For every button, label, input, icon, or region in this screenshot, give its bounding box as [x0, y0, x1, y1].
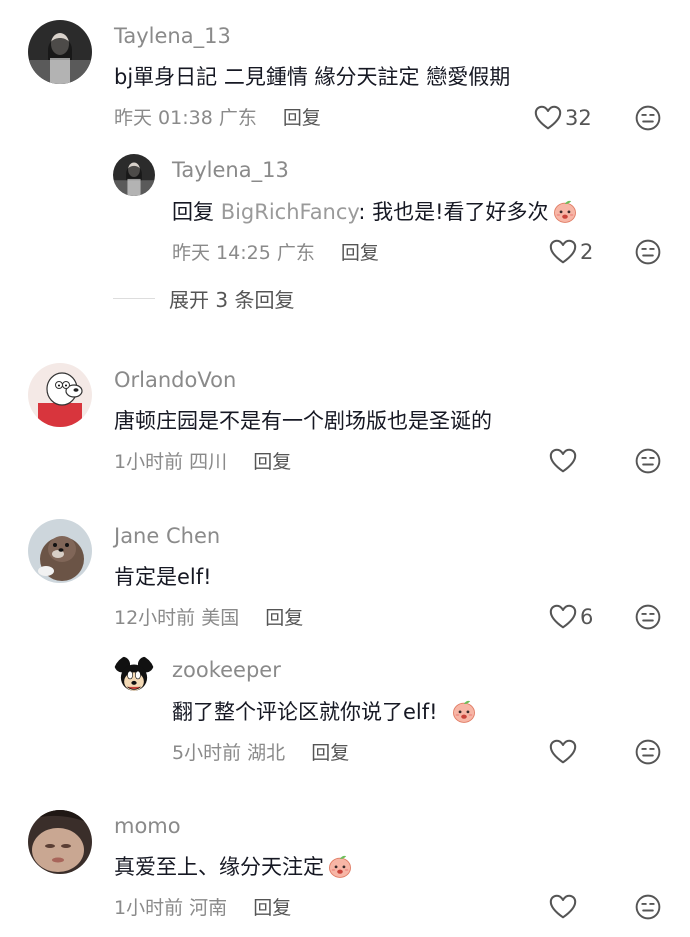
like-button[interactable] — [548, 892, 580, 922]
like-count: 32 — [565, 106, 592, 130]
comment-location: 美国 — [201, 607, 240, 629]
avatar[interactable] — [28, 810, 92, 874]
heart-outline-icon — [533, 103, 563, 133]
reply-avatar[interactable] — [113, 154, 155, 196]
comment-time: 1小时前 — [114, 451, 184, 473]
avatar[interactable] — [28, 20, 92, 84]
reply-location: 广东 — [276, 242, 315, 264]
like-button[interactable]: 32 — [533, 103, 592, 133]
reply-button[interactable]: 回复 — [253, 451, 291, 473]
username[interactable]: Taylena_13 — [114, 24, 231, 48]
reply-body: 翻了整个评论区就你说了elf! — [172, 700, 438, 724]
comment-text: 唐顿庄园是不是有一个剧场版也是圣诞的 — [114, 409, 492, 433]
reply-time: 昨天 14:25 — [172, 242, 271, 264]
peach-emoji-icon — [326, 852, 354, 880]
frown-face-icon[interactable] — [634, 447, 662, 475]
like-button[interactable]: 2 — [548, 237, 593, 267]
reply-meta: 5小时前 湖北 回复 — [172, 738, 349, 765]
comment-time: 昨天 01:38 — [114, 107, 213, 129]
peach-emoji-icon — [450, 697, 478, 725]
reply-button[interactable]: 回复 — [265, 607, 303, 629]
divider — [113, 298, 155, 299]
heart-outline-icon — [548, 892, 578, 922]
avatar[interactable] — [28, 519, 92, 583]
reply-button[interactable]: 回复 — [253, 897, 291, 919]
frown-face-icon[interactable] — [634, 893, 662, 921]
like-button[interactable] — [548, 737, 580, 767]
reply-body: : 我也是!看了好多次 — [358, 200, 549, 224]
reply-button[interactable]: 回复 — [341, 242, 379, 264]
reply-avatar[interactable] — [113, 654, 155, 696]
comment-location: 四川 — [189, 451, 228, 473]
comment-time: 1小时前 — [114, 897, 184, 919]
reply-location: 湖北 — [247, 742, 286, 764]
reply-text: 回复 BigRichFancy: 我也是!看了好多次 — [172, 196, 579, 226]
reply-meta: 昨天 14:25 广东 回复 — [172, 238, 379, 265]
reply-username[interactable]: Taylena_13 — [172, 158, 289, 182]
frown-face-icon[interactable] — [634, 104, 662, 132]
comment-text: 肯定是elf! — [114, 565, 212, 589]
reply-text: 翻了整个评论区就你说了elf! — [172, 696, 478, 726]
like-button[interactable] — [548, 446, 580, 476]
reply-button[interactable]: 回复 — [283, 107, 321, 129]
heart-outline-icon — [548, 602, 578, 632]
expand-replies-button[interactable]: 展开 3 条回复 — [113, 284, 294, 313]
expand-replies-label: 展开 3 条回复 — [169, 288, 295, 312]
like-count: 2 — [580, 240, 594, 264]
comment-location: 广东 — [218, 107, 257, 129]
heart-outline-icon — [548, 737, 578, 767]
frown-face-icon[interactable] — [634, 738, 662, 766]
comment-meta: 昨天 01:38 广东 回复 — [114, 103, 321, 130]
heart-outline-icon — [548, 446, 578, 476]
username[interactable]: Jane Chen — [114, 524, 220, 548]
comment-location: 河南 — [189, 897, 228, 919]
frown-face-icon[interactable] — [634, 603, 662, 631]
comment-meta: 12小时前 美国 回复 — [114, 603, 303, 630]
username[interactable]: OrlandoVon — [114, 368, 236, 392]
frown-face-icon[interactable] — [634, 238, 662, 266]
like-count: 6 — [580, 605, 594, 629]
username[interactable]: momo — [114, 814, 181, 838]
comment-text: 真爱至上、缘分天注定 — [114, 851, 354, 881]
comment-meta: 1小时前 四川 回复 — [114, 447, 291, 474]
comment-meta: 1小时前 河南 回复 — [114, 893, 291, 920]
reply-button[interactable]: 回复 — [311, 742, 349, 764]
reply-to-username[interactable]: BigRichFancy — [221, 200, 359, 224]
comment-text: bj單身日記 二見鍾情 緣分天註定 戀愛假期 — [114, 65, 511, 89]
comment-body: 真爱至上、缘分天注定 — [114, 855, 324, 879]
reply-time: 5小时前 — [172, 742, 242, 764]
heart-outline-icon — [548, 237, 578, 267]
avatar[interactable] — [28, 363, 92, 427]
reply-username[interactable]: zookeeper — [172, 658, 281, 682]
like-button[interactable]: 6 — [548, 602, 593, 632]
comment-time: 12小时前 — [114, 607, 196, 629]
peach-emoji-icon — [551, 197, 579, 225]
reply-prefix: 回复 — [172, 200, 214, 224]
